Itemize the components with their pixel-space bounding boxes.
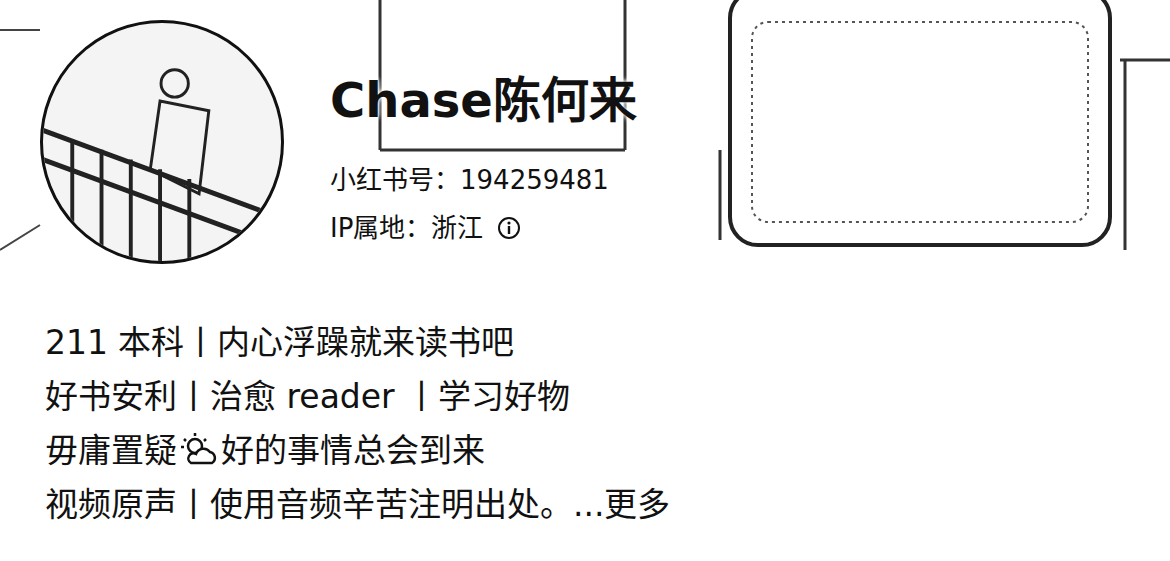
profile-header: Chase陈何来小红书号：194259481 IP属地：浙江 211 本科丨内心浮躁… <box>0 0 1170 561</box>
ip-location: IP属地：浙江 <box>330 208 483 248</box>
bio-text: 好的事情总会到来 <box>221 424 485 478</box>
bio-text: 毋庸置疑 <box>45 424 177 478</box>
sun-cloud-icon <box>179 431 219 471</box>
avatar[interactable] <box>40 20 284 264</box>
more-link[interactable]: ...更多 <box>573 478 670 532</box>
bio-text: 好书安利丨治愈 reader 丨学习好物 <box>45 370 570 424</box>
user-name: Chase陈何来 <box>330 70 637 130</box>
user-id: 小红书号：194259481 <box>330 160 637 200</box>
bio-text: 视频原声丨使用音频辛苦注明出处。 <box>45 478 573 532</box>
bio-line: 好书安利丨治愈 reader 丨学习好物 <box>45 370 1170 424</box>
bio-line: 毋庸置疑好的事情总会到来 <box>45 424 1170 478</box>
bio-text: 211 本科丨内心浮躁就来读书吧 <box>45 316 514 370</box>
bio: 211 本科丨内心浮躁就来读书吧好书安利丨治愈 reader 丨学习好物毋庸置疑… <box>40 316 1170 532</box>
avatar-photo <box>43 23 281 261</box>
bio-line: 211 本科丨内心浮躁就来读书吧 <box>45 316 1170 370</box>
profile-top: Chase陈何来小红书号：194259481 IP属地：浙江 <box>40 20 1170 264</box>
info-icon <box>497 216 521 240</box>
profile-info: Chase陈何来小红书号：194259481 IP属地：浙江 <box>330 20 637 248</box>
ip-row: IP属地：浙江 <box>330 208 637 248</box>
bio-line: 视频原声丨使用音频辛苦注明出处。...更多 <box>45 478 1170 532</box>
